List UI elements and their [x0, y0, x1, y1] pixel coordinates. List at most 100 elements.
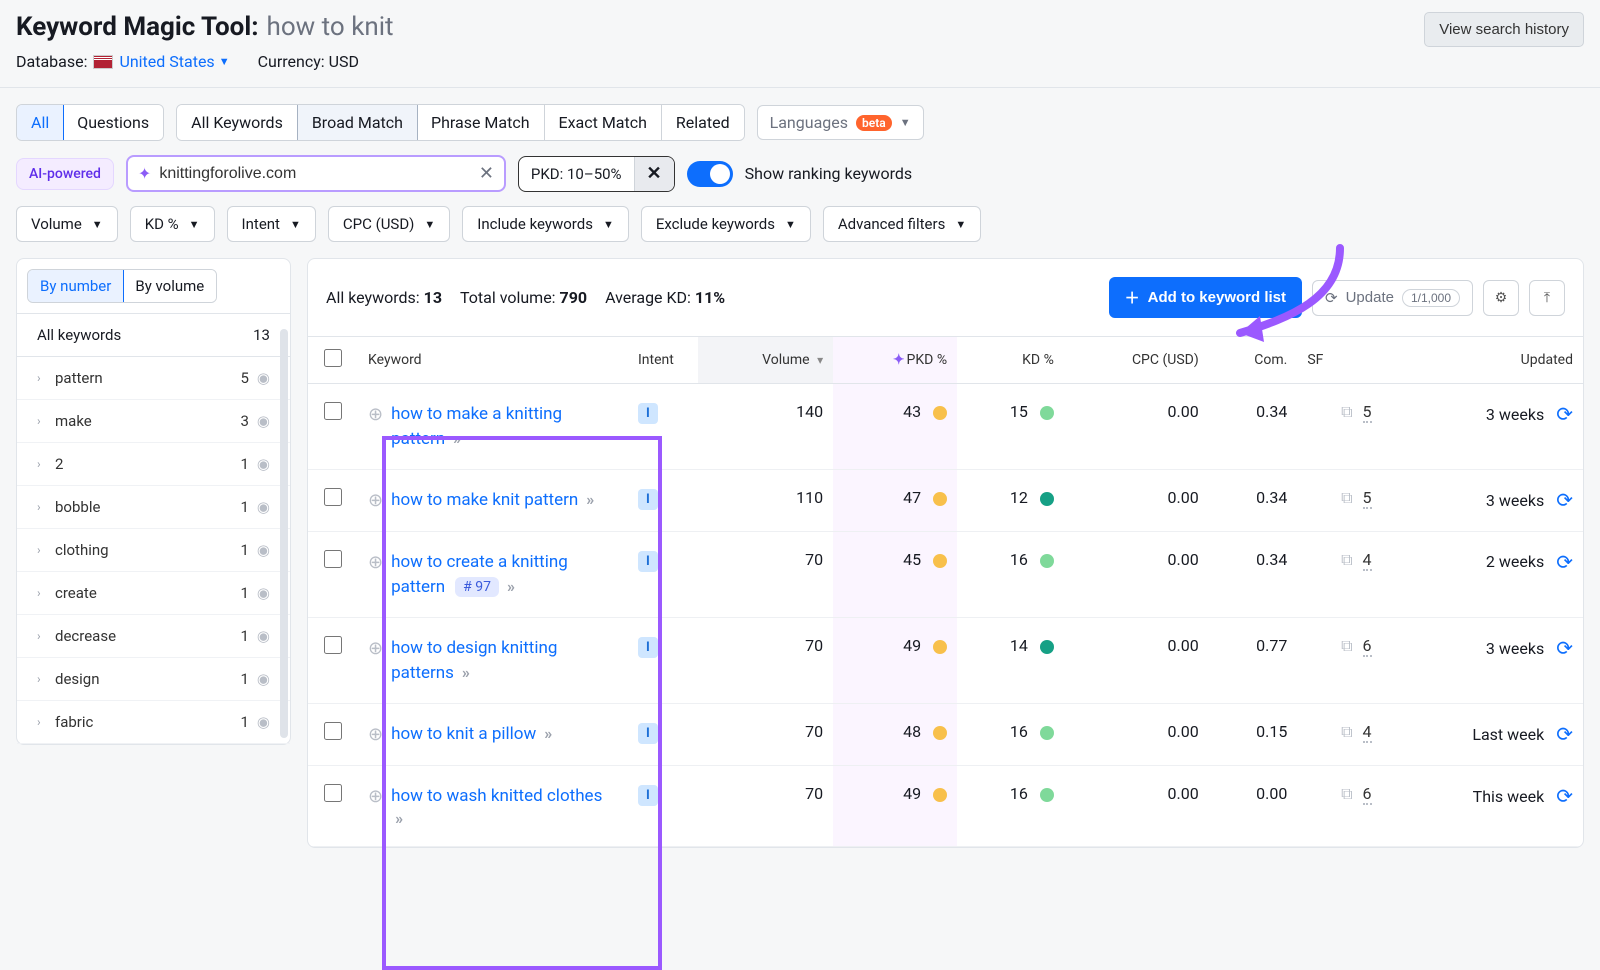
open-icon[interactable]: »: [507, 577, 515, 596]
filter-cpc-usd-[interactable]: CPC (USD)▼: [328, 206, 450, 242]
filter-exclude-keywords[interactable]: Exclude keywords▼: [641, 206, 811, 242]
row-checkbox[interactable]: [324, 636, 342, 654]
tab-by-number[interactable]: By number: [27, 269, 124, 303]
col-keyword[interactable]: Keyword: [358, 337, 628, 384]
eye-icon[interactable]: ◉: [257, 713, 270, 731]
tab-phrase-match[interactable]: Phrase Match: [417, 105, 545, 140]
filter-volume[interactable]: Volume▼: [16, 206, 118, 242]
keyword-link[interactable]: how to make a knitting pattern: [391, 404, 562, 449]
tab-all[interactable]: All: [16, 104, 64, 141]
filter-intent[interactable]: Intent▼: [227, 206, 316, 242]
eye-icon[interactable]: ◉: [257, 627, 270, 645]
expand-icon[interactable]: ⊕: [368, 552, 383, 573]
tab-by-volume[interactable]: By volume: [123, 270, 216, 302]
col-updated[interactable]: Updated: [1382, 337, 1583, 384]
open-icon[interactable]: »: [586, 490, 594, 509]
expand-icon[interactable]: ⊕: [368, 404, 383, 425]
sidebar-item-pattern[interactable]: ›pattern5◉: [17, 357, 290, 400]
refresh-row-icon[interactable]: ⟳: [1556, 550, 1573, 574]
clear-domain-icon[interactable]: ✕: [479, 163, 494, 184]
sidebar-all-keywords[interactable]: All keywords 13: [17, 314, 290, 357]
keyword-link[interactable]: how to wash knitted clothes: [391, 786, 602, 806]
sidebar-item-create[interactable]: ›create1◉: [17, 572, 290, 615]
row-checkbox[interactable]: [324, 488, 342, 506]
filter-advanced-filters[interactable]: Advanced filters▼: [823, 206, 981, 242]
expand-icon[interactable]: ⊕: [368, 786, 383, 807]
sidebar-item-make[interactable]: ›make3◉: [17, 400, 290, 443]
tab-exact-match[interactable]: Exact Match: [545, 105, 662, 140]
col-pkd[interactable]: ✦PKD %: [833, 337, 957, 384]
select-all-checkbox[interactable]: [324, 349, 342, 367]
intent-badge: I: [638, 723, 658, 744]
sidebar-item-clothing[interactable]: ›clothing1◉: [17, 529, 290, 572]
languages-dropdown[interactable]: Languages beta ▼: [757, 105, 924, 140]
tab-broad-match[interactable]: Broad Match: [297, 104, 418, 141]
sort-desc-icon: ▾: [817, 353, 823, 367]
tab-all-keywords[interactable]: All Keywords: [177, 105, 298, 140]
row-checkbox[interactable]: [324, 402, 342, 420]
expand-icon[interactable]: ⊕: [368, 724, 383, 745]
tab-questions[interactable]: Questions: [63, 105, 163, 140]
currency-label: Currency: USD: [258, 52, 359, 71]
open-icon[interactable]: »: [462, 663, 470, 682]
col-com[interactable]: Com.: [1209, 337, 1298, 384]
eye-icon[interactable]: ◉: [257, 541, 270, 559]
refresh-row-icon[interactable]: ⟳: [1556, 402, 1573, 426]
sidebar-item-fabric[interactable]: ›fabric1◉: [17, 701, 290, 744]
cell-kd: 16: [957, 531, 1064, 617]
row-checkbox[interactable]: [324, 722, 342, 740]
col-volume[interactable]: Volume ▾: [698, 337, 833, 384]
clear-pkd-icon[interactable]: ✕: [634, 157, 674, 191]
refresh-row-icon[interactable]: ⟳: [1556, 636, 1573, 660]
open-icon[interactable]: »: [453, 429, 461, 448]
expand-icon[interactable]: ⊕: [368, 490, 383, 511]
serp-icon[interactable]: ⧉: [1341, 488, 1352, 508]
filter-include-keywords[interactable]: Include keywords▼: [462, 206, 629, 242]
col-cpc[interactable]: CPC (USD): [1064, 337, 1209, 384]
col-intent[interactable]: Intent: [628, 337, 698, 384]
eye-icon[interactable]: ◉: [257, 412, 270, 430]
refresh-row-icon[interactable]: ⟳: [1556, 784, 1573, 808]
settings-button[interactable]: ⚙: [1483, 280, 1519, 316]
serp-icon[interactable]: ⧉: [1341, 722, 1352, 742]
col-sf[interactable]: SF: [1297, 337, 1381, 384]
col-kd[interactable]: KD %: [957, 337, 1064, 384]
keyword-link[interactable]: how to knit a pillow: [391, 724, 536, 744]
row-checkbox[interactable]: [324, 550, 342, 568]
eye-icon[interactable]: ◉: [257, 584, 270, 602]
eye-icon[interactable]: ◉: [257, 369, 270, 387]
refresh-row-icon[interactable]: ⟳: [1556, 488, 1573, 512]
filter-kd-[interactable]: KD %▼: [130, 206, 215, 242]
open-icon[interactable]: »: [395, 809, 403, 828]
keyword-link[interactable]: how to design knitting patterns: [391, 638, 557, 683]
eye-icon[interactable]: ◉: [257, 498, 270, 516]
chevron-down-icon: ▼: [92, 218, 103, 231]
sidebar-item-bobble[interactable]: ›bobble1◉: [17, 486, 290, 529]
open-icon[interactable]: »: [544, 724, 552, 743]
tab-related[interactable]: Related: [662, 105, 744, 140]
view-search-history-button[interactable]: View search history: [1424, 12, 1584, 47]
add-to-keyword-list-button[interactable]: ＋ Add to keyword list: [1109, 277, 1302, 318]
update-button[interactable]: ⟳ Update 1/1,000: [1312, 280, 1473, 316]
expand-icon[interactable]: ⊕: [368, 638, 383, 659]
export-button[interactable]: ⤒: [1529, 280, 1565, 316]
serp-icon[interactable]: ⧉: [1341, 402, 1352, 422]
domain-field[interactable]: [159, 165, 471, 183]
show-ranking-toggle[interactable]: [687, 161, 733, 187]
sidebar-item-2[interactable]: ›21◉: [17, 443, 290, 486]
eye-icon[interactable]: ◉: [257, 670, 270, 688]
chevron-down-icon: ▼: [603, 218, 614, 231]
pkd-filter-chip[interactable]: PKD: 10–50% ✕: [518, 156, 675, 192]
keyword-link[interactable]: how to make knit pattern: [391, 490, 578, 510]
sidebar-item-decrease[interactable]: ›decrease1◉: [17, 615, 290, 658]
serp-icon[interactable]: ⧉: [1341, 784, 1352, 804]
serp-icon[interactable]: ⧉: [1341, 636, 1352, 656]
serp-icon[interactable]: ⧉: [1341, 550, 1352, 570]
refresh-row-icon[interactable]: ⟳: [1556, 722, 1573, 746]
domain-input[interactable]: ✦ ✕: [126, 155, 506, 192]
cell-cpc: 0.00: [1064, 704, 1209, 766]
row-checkbox[interactable]: [324, 784, 342, 802]
eye-icon[interactable]: ◉: [257, 455, 270, 473]
sidebar-item-design[interactable]: ›design1◉: [17, 658, 290, 701]
database-select[interactable]: United States ▼: [119, 52, 229, 71]
